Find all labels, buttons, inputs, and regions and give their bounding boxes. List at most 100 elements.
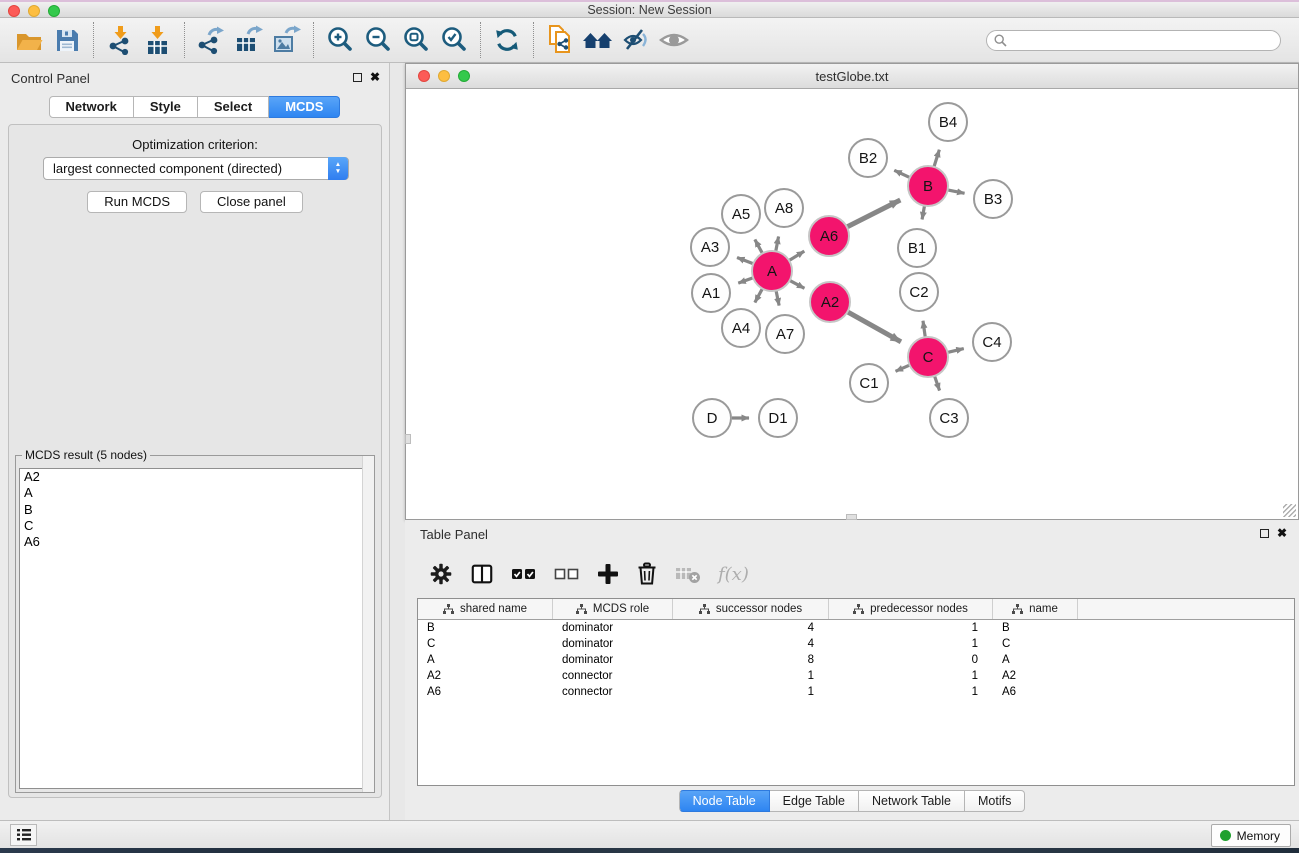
task-history-icon[interactable] [10, 824, 37, 846]
graph-node-label: A8 [775, 200, 793, 217]
close-panel-icon[interactable]: ✖ [370, 70, 380, 84]
graph-edge-B-B1[interactable] [922, 206, 924, 220]
deselect-checkboxes-icon[interactable] [554, 563, 580, 585]
column-header-successor-nodes[interactable]: successor nodes [673, 599, 829, 619]
memory-button[interactable]: Memory [1211, 824, 1291, 847]
close-panel-icon[interactable]: ✖ [1277, 526, 1287, 540]
window-title: Session: New Session [0, 3, 1299, 17]
export-image-icon[interactable] [268, 22, 306, 58]
tab-network-table[interactable]: Network Table [859, 790, 965, 812]
graph-edge-A-A8[interactable] [776, 236, 779, 251]
graph-edge-B-B3[interactable] [948, 190, 965, 193]
table-row[interactable]: Bdominator41B [418, 620, 1294, 636]
run-mcds-button[interactable]: Run MCDS [87, 191, 187, 213]
zoom-in-icon[interactable] [321, 22, 359, 58]
table-row[interactable]: A2connector11A2 [418, 668, 1294, 684]
table-row[interactable]: Adominator80A [418, 652, 1294, 668]
graph-node-label: A2 [821, 294, 839, 311]
column-header-MCDS-role[interactable]: MCDS role [553, 599, 673, 619]
graph-edge-A2-C[interactable] [847, 312, 901, 342]
float-panel-icon[interactable] [1260, 529, 1269, 538]
graph-edge-A-A6[interactable] [789, 251, 804, 260]
tab-node-table[interactable]: Node Table [679, 790, 770, 812]
graph-edge-A-A2[interactable] [790, 280, 805, 288]
tab-edge-table[interactable]: Edge Table [770, 790, 859, 812]
graph-edge-B-B2[interactable] [894, 170, 910, 177]
tab-style[interactable]: Style [134, 96, 198, 118]
table-panel: Table Panel ✖ f(x) shared nameMCDS roles [405, 520, 1299, 820]
tab-mcds[interactable]: MCDS [269, 96, 340, 118]
graph-edge-A6-B[interactable] [847, 200, 900, 227]
close-panel-button[interactable]: Close panel [200, 191, 303, 213]
column-header-shared-name[interactable]: shared name [418, 599, 553, 619]
network-window-title: testGlobe.txt [406, 69, 1298, 84]
graph-edge-C-C3[interactable] [935, 376, 940, 391]
control-panel: Control Panel ✖ NetworkStyleSelectMCDS O… [0, 63, 390, 820]
result-item[interactable]: A2 [20, 469, 370, 485]
result-item[interactable]: C [20, 518, 370, 534]
select-all-checkboxes-icon[interactable] [511, 563, 537, 585]
select-stepper-icon: ▲▼ [328, 157, 348, 180]
graph-edge-A-A7[interactable] [776, 291, 779, 306]
graph-edge-B-B4[interactable] [934, 150, 939, 167]
graph-edge-A-A1[interactable] [738, 278, 753, 283]
graph-edge-C-C4[interactable] [947, 349, 963, 353]
graph-node-label: C2 [909, 284, 928, 301]
table-row[interactable]: Cdominator41C [418, 636, 1294, 652]
result-scrollbar[interactable] [362, 456, 374, 792]
split-columns-icon[interactable] [470, 562, 494, 586]
tab-motifs[interactable]: Motifs [965, 790, 1025, 812]
open-folder-icon[interactable] [10, 22, 48, 58]
hierarchy-icon [576, 604, 587, 615]
graph-edge-C-C1[interactable] [896, 365, 910, 371]
result-item[interactable]: A [20, 485, 370, 501]
network-graph[interactable]: AA1A2A3A4A5A6A7A8BB1B2B3B4CC1C2C3C4DD1 [407, 89, 1298, 519]
network-window-titlebar[interactable]: testGlobe.txt [406, 64, 1298, 89]
main-toolbar [0, 18, 1299, 63]
mcds-result-groupbox: MCDS result (5 nodes) A2ABCA6 [15, 455, 375, 793]
graph-node-label: C [923, 349, 934, 366]
splitter-grip-icon[interactable] [405, 434, 411, 444]
graph-edge-A-A3[interactable] [737, 257, 753, 263]
gear-icon[interactable] [429, 562, 453, 586]
zoom-fit-icon[interactable] [397, 22, 435, 58]
refresh-icon[interactable] [488, 22, 526, 58]
graph-node-label: A3 [701, 239, 719, 256]
export-table-icon[interactable] [230, 22, 268, 58]
network-canvas-holder[interactable]: AA1A2A3A4A5A6A7A8BB1B2B3B4CC1C2C3C4DD1 [407, 89, 1298, 519]
tab-select[interactable]: Select [198, 96, 269, 118]
add-plus-icon[interactable] [597, 563, 619, 585]
result-item[interactable]: A6 [20, 534, 370, 550]
search-input[interactable] [986, 30, 1281, 51]
graph-node-label: B2 [859, 150, 877, 167]
hierarchy-icon [1012, 604, 1023, 615]
trash-icon[interactable] [636, 562, 658, 586]
table-toolbar: f(x) [417, 553, 1290, 595]
zoom-out-icon[interactable] [359, 22, 397, 58]
table-row[interactable]: A6connector11A6 [418, 684, 1294, 700]
mcds-result-list[interactable]: A2ABCA6 [19, 468, 371, 789]
hide-eye-icon[interactable] [617, 22, 655, 58]
save-icon[interactable] [48, 22, 86, 58]
column-header-name[interactable]: name [993, 599, 1078, 619]
delete-table-icon[interactable] [675, 563, 701, 585]
eye-icon[interactable] [655, 22, 693, 58]
zoom-selected-icon[interactable] [435, 22, 473, 58]
search-icon [994, 34, 1007, 47]
float-panel-icon[interactable] [353, 73, 362, 82]
import-table-icon[interactable] [139, 22, 177, 58]
graph-edge-A-A4[interactable] [755, 289, 763, 303]
import-network-icon[interactable] [101, 22, 139, 58]
resize-grip-icon[interactable] [1283, 504, 1296, 517]
result-item[interactable]: B [20, 502, 370, 518]
graph-edge-C-C2[interactable] [923, 321, 925, 337]
criterion-select[interactable]: largest connected component (directed) ▲… [43, 157, 349, 180]
tab-network[interactable]: Network [49, 96, 134, 118]
graph-edge-A-A5[interactable] [755, 239, 763, 253]
function-builder-icon[interactable]: f(x) [718, 564, 749, 585]
export-network-icon[interactable] [192, 22, 230, 58]
column-header-predecessor-nodes[interactable]: predecessor nodes [829, 599, 993, 619]
home-icon[interactable] [579, 22, 617, 58]
mcds-result-title: MCDS result (5 nodes) [22, 448, 150, 462]
copy-network-document-icon[interactable] [541, 22, 579, 58]
